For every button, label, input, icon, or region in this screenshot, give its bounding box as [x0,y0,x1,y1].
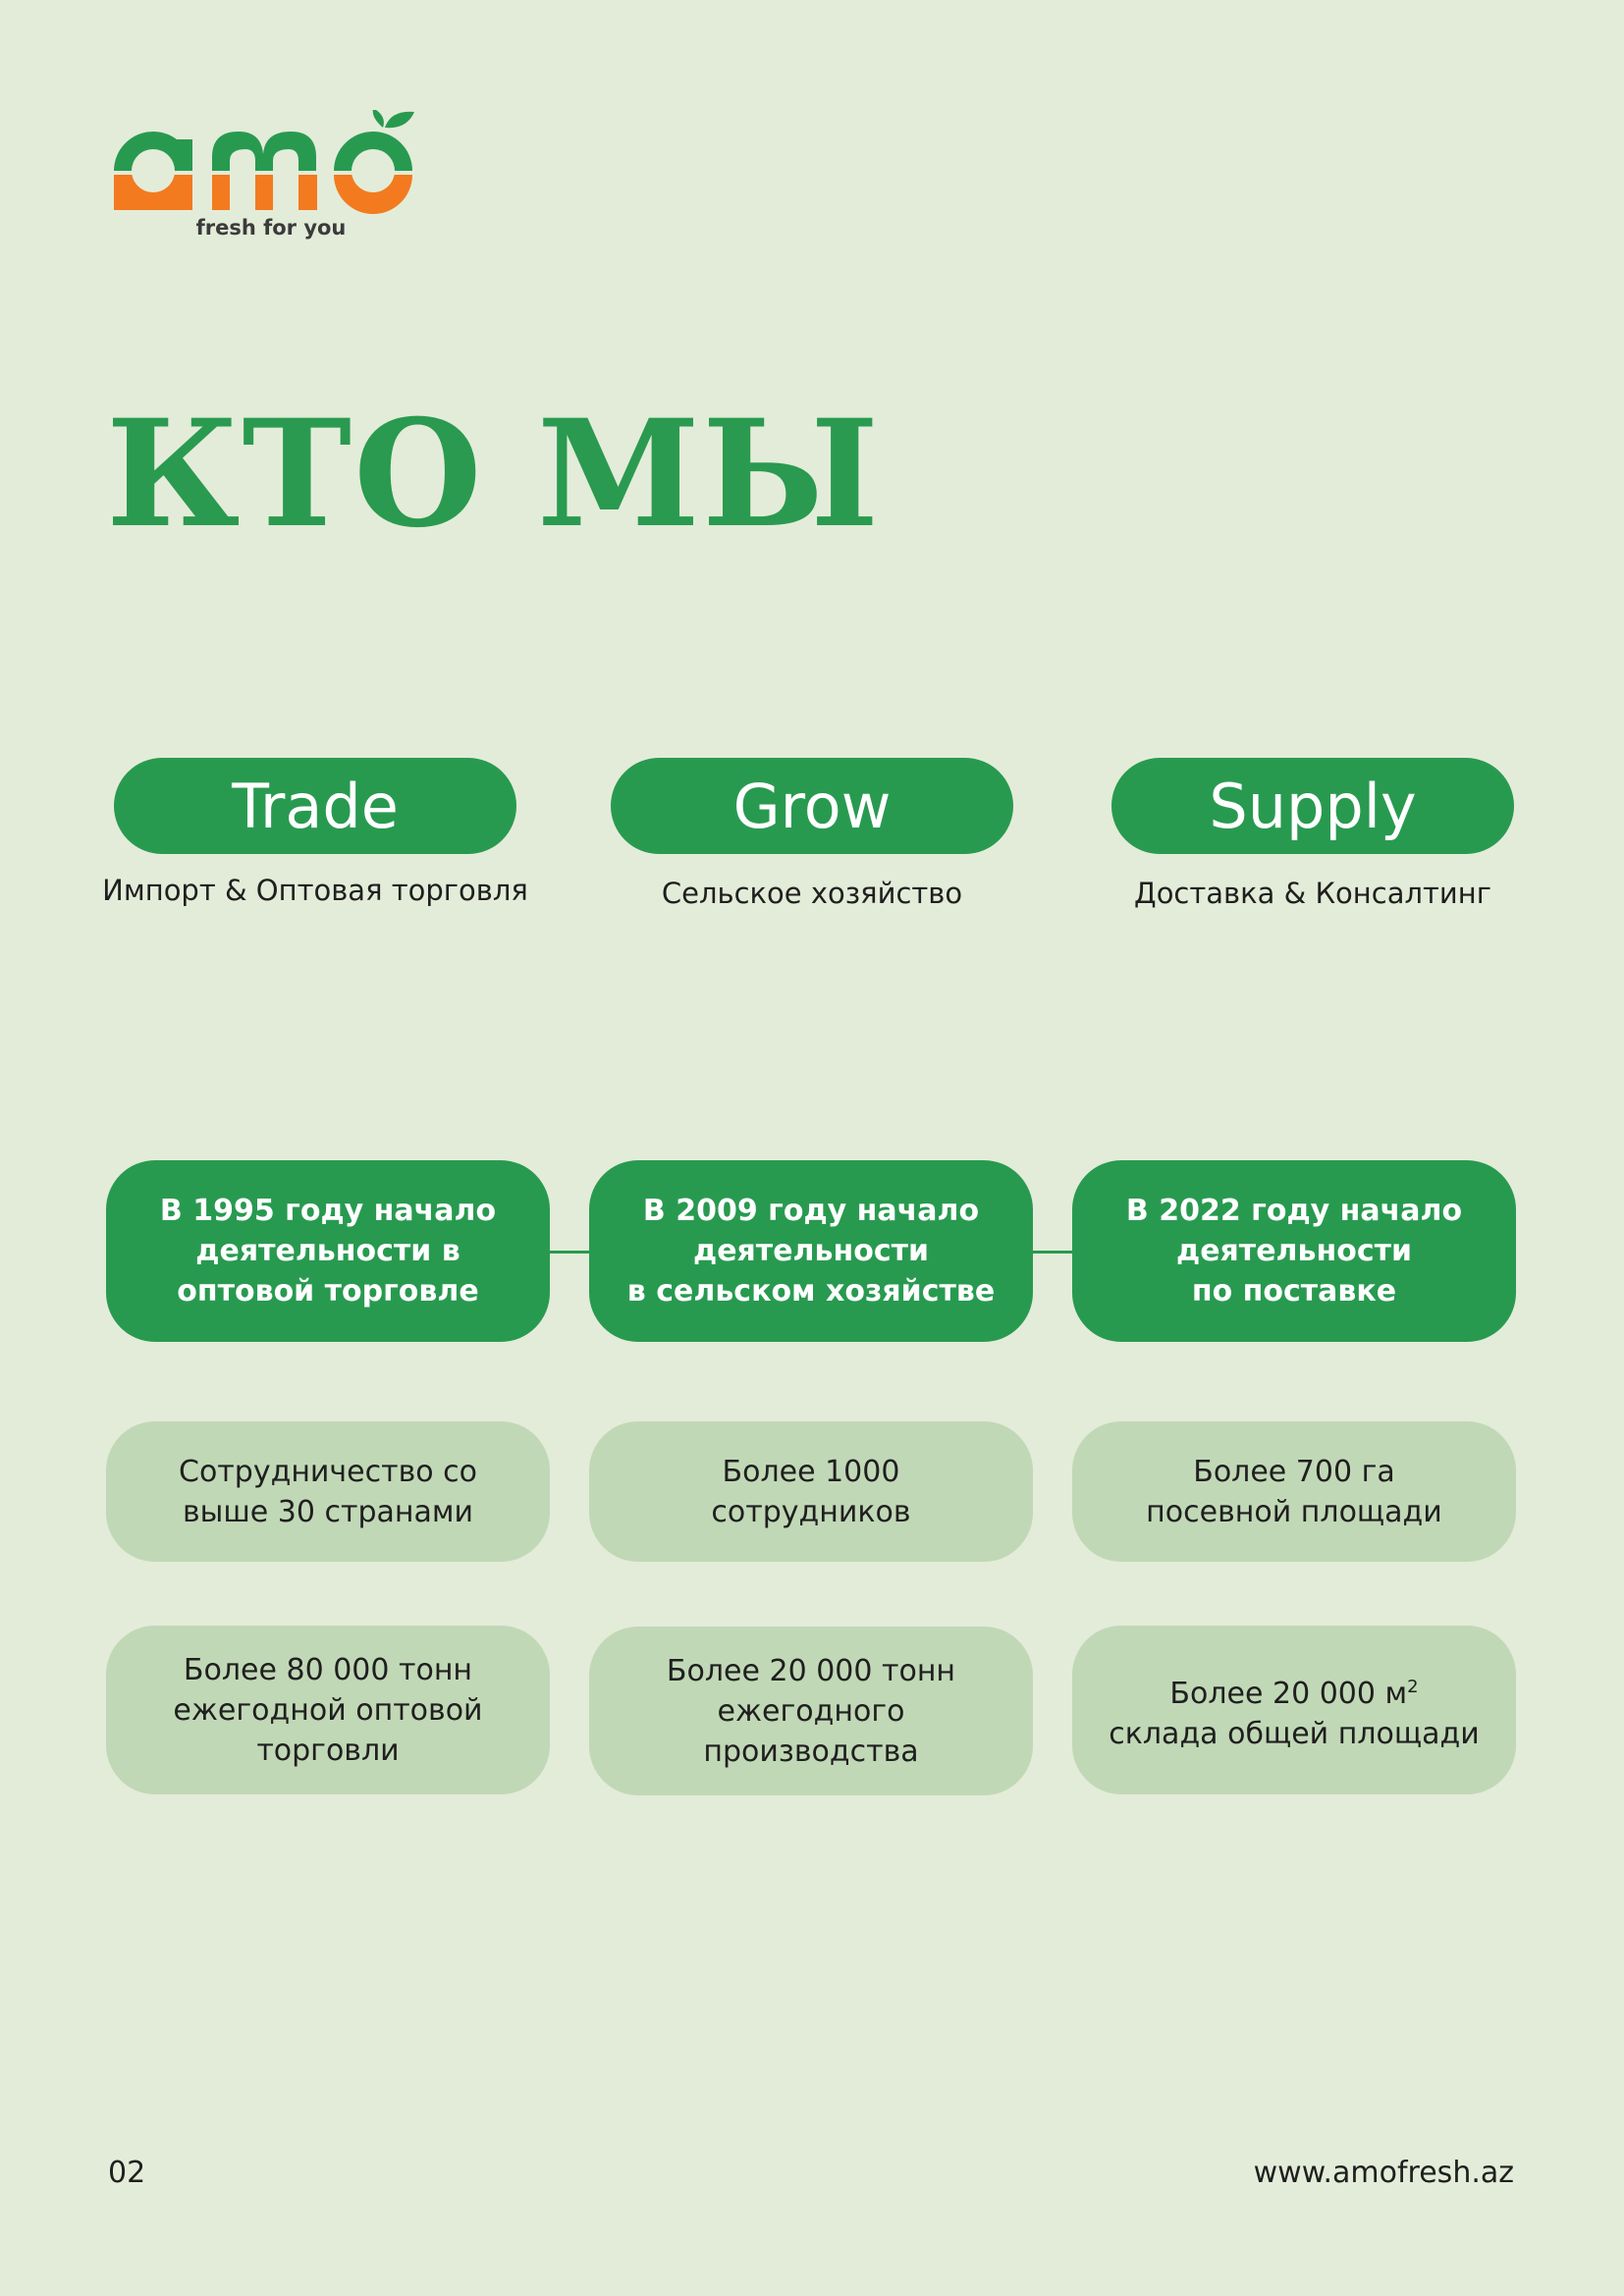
milestone-1995: В 1995 году начало деятельности в оптово… [106,1160,550,1342]
timeline-connector [548,1251,589,1254]
pillar-grow-subtitle: Сельское хозяйство [661,877,963,910]
timeline-connector [1031,1251,1072,1254]
fact-warehouse-line1: Более 20 000 м2 [1169,1676,1419,1711]
pillar-grow: Grow [611,758,1013,854]
pillar-supply: Supply [1111,758,1514,854]
fact-wholesale: Более 80 000 тонн ежегодной оптовой торг… [106,1626,550,1794]
amo-logo: fresh for you [106,110,430,247]
fact-employees: Более 1000 сотрудников [589,1421,1033,1562]
page-title: КТО МЫ [106,388,882,561]
milestone-2009: В 2009 году начало деятельности в сельск… [589,1160,1033,1342]
fact-production: Более 20 000 тонн ежегодного производств… [589,1627,1033,1795]
page-number: 02 [108,2156,146,2190]
fact-countries: Сотрудничество со выше 30 странами [106,1421,550,1562]
leaf-icon [385,111,414,129]
fact-warehouse-line2: склада общей площади [1109,1716,1480,1751]
pillar-trade-subtitle: Импорт & Оптовая торговля [102,874,528,907]
logo-tagline: fresh for you [195,216,347,240]
amo-logo-mark [114,110,414,214]
pillar-supply-subtitle: Доставка & Консалтинг [1134,877,1491,910]
pillar-trade: Trade [114,758,516,854]
fact-land: Более 700 га посевной площади [1072,1421,1516,1562]
website-link[interactable]: www.amofresh.az [1254,2156,1514,2190]
fact-warehouse: Более 20 000 м2 склада общей площади [1072,1626,1516,1794]
milestone-2022: В 2022 году начало деятельности по поста… [1072,1160,1516,1342]
superscript: 2 [1407,1676,1419,1697]
